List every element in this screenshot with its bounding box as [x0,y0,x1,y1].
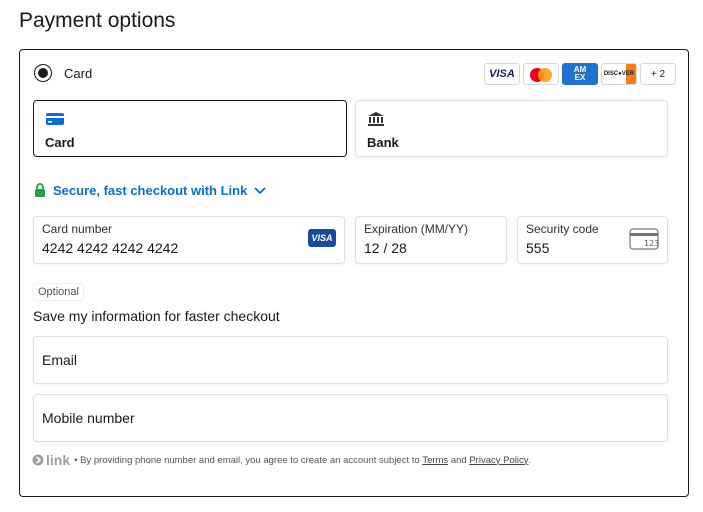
email-field[interactable]: Email [33,336,668,384]
visa-badge-icon: VISA [308,229,336,247]
mobile-number-field[interactable]: Mobile number [33,394,668,442]
visa-logo-icon: VISA [484,63,520,85]
mastercard-logo-icon [523,63,559,85]
mobile-number-field-label: Mobile number [42,410,135,426]
legal-and: and [450,454,467,466]
link-arrow-icon [32,454,44,466]
bank-icon [368,112,384,126]
card-radio[interactable] [34,64,52,82]
tab-bank-label: Bank [367,135,399,150]
tab-card[interactable]: Card [33,100,347,157]
link-logo-word: link [46,452,71,468]
email-field-label: Email [42,352,78,368]
more-brands-badge: + 2 [640,63,676,85]
page-title: Payment options [19,9,176,32]
expiration-field[interactable]: Expiration (MM/YY) 12 / 28 [355,216,507,264]
optional-tag: Optional [33,283,84,301]
save-info-heading: Save my information for faster checkout [33,308,280,324]
link-checkout-label: Secure, fast checkout with Link [53,183,248,198]
payment-panel: Card VISA AM EX DISC●VER + 2 Card Bank S… [19,49,689,497]
tab-bank[interactable]: Bank [355,100,668,157]
lock-icon [35,183,45,197]
cvc-card-icon: 123 [629,228,659,250]
discover-logo-icon: DISC●VER [601,63,637,85]
security-code-field[interactable]: Security code 555 123 [517,216,668,264]
legal-notice: link • By providing phone number and ema… [32,452,531,468]
card-option-label: Card [64,65,93,81]
card-brand-list: VISA AM EX DISC●VER + 2 [484,63,676,85]
security-code-value[interactable]: 555 [526,240,549,256]
card-number-value[interactable]: 4242 4242 4242 4242 [42,240,178,256]
card-number-field[interactable]: Card number 4242 4242 4242 4242 VISA [33,216,345,264]
legal-period: . [528,454,532,466]
expiration-label: Expiration (MM/YY) [364,222,469,236]
privacy-policy-link[interactable]: Privacy Policy [469,455,528,466]
card-number-label: Card number [42,222,113,236]
security-code-label: Security code [526,222,599,236]
link-logo: link [32,452,70,468]
expiration-value[interactable]: 12 / 28 [364,240,407,256]
radio-selected-dot [38,68,48,78]
terms-link[interactable]: Terms [422,455,448,466]
chevron-down-icon [254,186,266,194]
amex-logo-icon: AM EX [562,63,598,85]
svg-text:123: 123 [644,239,659,248]
tab-card-label: Card [45,135,75,150]
legal-text: • By providing phone number and email, y… [74,454,420,466]
card-option-row[interactable]: Card [34,64,92,82]
credit-card-icon [46,113,64,125]
link-checkout-toggle[interactable]: Secure, fast checkout with Link [34,183,266,198]
